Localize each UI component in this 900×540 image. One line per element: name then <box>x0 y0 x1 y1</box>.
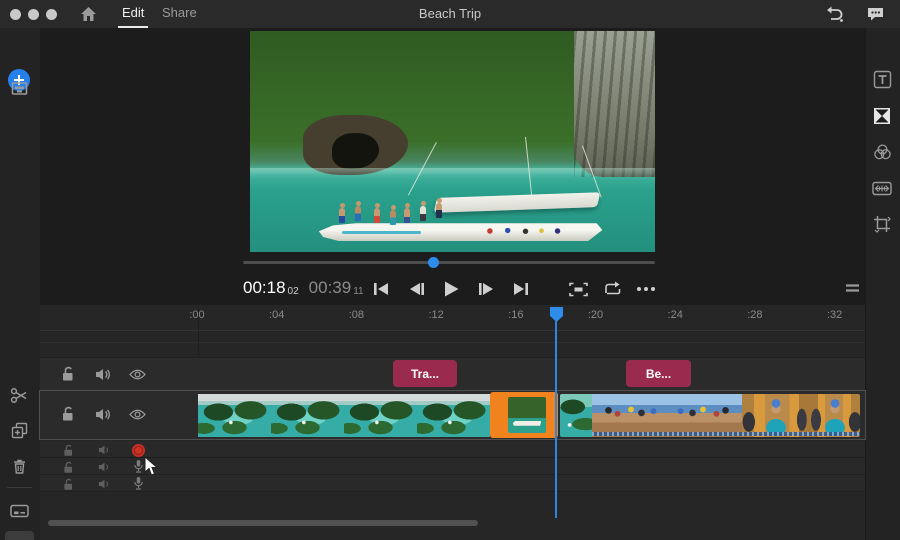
person <box>374 208 380 223</box>
ruler-tick: :20 <box>579 309 613 321</box>
video-clip-selected[interactable] <box>490 392 558 438</box>
track-audio-3 <box>40 475 865 492</box>
timecode-display: 00:1802 00:3911 <box>243 277 364 299</box>
play-button[interactable] <box>438 278 464 300</box>
person <box>390 210 396 225</box>
tab-share[interactable]: Share <box>158 0 201 26</box>
ruler-tick: :12 <box>419 309 453 321</box>
mouse-cursor <box>144 456 159 477</box>
video-track-visibility-icon[interactable] <box>128 405 146 423</box>
track-controls-icon[interactable] <box>7 499 31 523</box>
video-clip-lagoon[interactable] <box>198 394 490 437</box>
previous-edit-button[interactable] <box>368 278 394 300</box>
fullscreen-icon[interactable] <box>565 278 591 300</box>
title-clip-1[interactable]: Tra... <box>393 360 457 387</box>
video-track-lock-icon[interactable] <box>58 405 76 423</box>
window-zoom-button[interactable] <box>46 9 57 20</box>
audio-waveform <box>592 432 860 436</box>
speed-panel-icon[interactable] <box>870 176 894 200</box>
window-minimize-button[interactable] <box>28 9 39 20</box>
title-track-lock-icon[interactable] <box>58 365 76 383</box>
graphics-panel-icon[interactable] <box>870 67 894 91</box>
more-options-icon[interactable] <box>633 278 659 300</box>
clip-segment <box>667 394 742 437</box>
delete-icon[interactable] <box>7 454 31 478</box>
video-clip-beach[interactable] <box>560 394 860 437</box>
next-edit-button[interactable] <box>508 278 534 300</box>
clip-segment <box>560 394 592 437</box>
timeline-scrollbar[interactable] <box>48 520 478 526</box>
audio1-lock-icon[interactable] <box>59 441 77 459</box>
crop-panel-icon[interactable] <box>870 212 894 236</box>
app-window: Edit Share Beach Trip <box>0 0 900 540</box>
ruler-tick: :24 <box>658 309 692 321</box>
video-preview[interactable] <box>250 31 655 252</box>
timeline-settings-icon[interactable] <box>839 277 865 299</box>
clip-segment <box>742 394 810 437</box>
playhead-line <box>555 321 557 518</box>
color-panel-icon[interactable] <box>870 140 894 164</box>
step-forward-button[interactable] <box>473 278 499 300</box>
ruler-tick: :16 <box>499 309 533 321</box>
home-icon[interactable] <box>80 6 97 22</box>
person <box>355 206 361 221</box>
track-audio-1 <box>40 441 865 458</box>
track-gap-line <box>40 342 865 343</box>
audio2-mute-icon[interactable] <box>95 458 113 476</box>
boat-canopy <box>434 192 601 213</box>
transitions-panel-icon[interactable] <box>870 104 894 128</box>
preview-scrubber[interactable] <box>243 261 655 264</box>
title-track-visibility-icon[interactable] <box>128 365 146 383</box>
top-bar: Edit Share Beach Trip <box>0 0 900 29</box>
clip-segment <box>810 394 860 437</box>
window-close-button[interactable] <box>10 9 21 20</box>
feedback-icon[interactable] <box>866 6 885 22</box>
title-track-mute-icon[interactable] <box>94 365 112 383</box>
title-clip-2[interactable]: Be... <box>626 360 691 387</box>
total-time: 00:39 <box>309 278 352 297</box>
right-panel-rail <box>865 28 900 540</box>
video-track-mute-icon[interactable] <box>94 405 112 423</box>
total-frames: 11 <box>353 286 363 297</box>
audio3-mute-icon[interactable] <box>95 475 113 493</box>
duplicate-icon[interactable] <box>7 418 31 442</box>
scrubber-handle[interactable] <box>428 257 439 268</box>
undo-icon[interactable] <box>824 5 844 23</box>
boat-deck-items <box>481 228 570 235</box>
media-browser-icon[interactable] <box>7 76 31 100</box>
audio1-mute-icon[interactable] <box>95 441 113 459</box>
audio3-lock-icon[interactable] <box>59 475 77 493</box>
audio2-lock-icon[interactable] <box>59 458 77 476</box>
left-toolbar <box>0 28 41 540</box>
person <box>436 203 442 218</box>
toolbar-divider <box>7 487 32 488</box>
person <box>339 208 345 223</box>
person <box>404 208 410 223</box>
current-time: 00:18 <box>243 278 286 297</box>
tab-edit[interactable]: Edit <box>118 0 148 28</box>
ruler-tick: :28 <box>738 309 772 321</box>
ruler-tick: :08 <box>339 309 373 321</box>
ruler-divider <box>40 330 865 331</box>
step-back-button[interactable] <box>404 278 430 300</box>
split-clip-icon[interactable] <box>7 383 31 407</box>
selected-clip-thumbnail <box>508 397 546 433</box>
current-frames: 02 <box>288 286 299 297</box>
ruler-tick: :32 <box>818 309 852 321</box>
ruler-tick: :00 <box>180 309 214 321</box>
clip-segment <box>592 394 667 437</box>
expand-tracks-icon[interactable] <box>7 534 31 540</box>
person <box>420 206 426 221</box>
ruler-tick: :04 <box>260 309 294 321</box>
loop-icon[interactable] <box>599 278 625 300</box>
track-audio-2 <box>40 458 865 475</box>
